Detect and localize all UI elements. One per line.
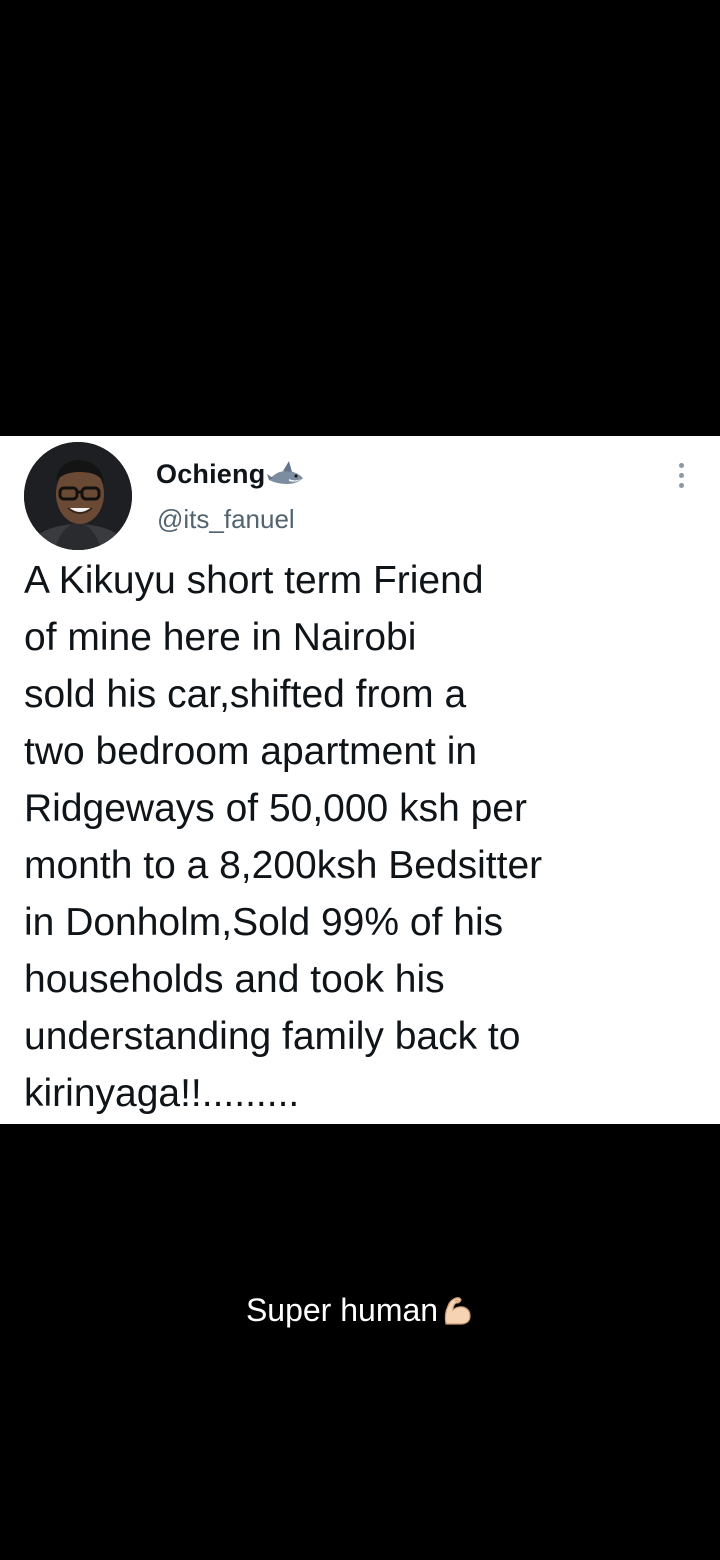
shark-icon	[267, 458, 305, 490]
more-dot	[678, 462, 684, 468]
more-dot	[678, 482, 684, 488]
tweet-text-line: month to a 8,200ksh Bedsitter	[24, 844, 543, 887]
tweet-text-line: of mine here in Nairobi	[24, 616, 417, 659]
status-caption: Super human	[0, 1292, 720, 1329]
author-name-row[interactable]: Ochieng	[156, 458, 305, 490]
tweet-text-line: two bedroom apartment in	[24, 730, 478, 773]
more-dot	[678, 472, 684, 478]
tweet-text-line: Ridgeways of 50,000 ksh per	[24, 787, 527, 830]
tweet-card[interactable]: Ochieng @its_fanuel A Kikuyu short term …	[0, 436, 720, 1124]
author-handle[interactable]: @its_fanuel	[157, 504, 295, 535]
tweet-text: A Kikuyu short term Friend of mine here …	[24, 552, 684, 1122]
caption-text: Super human	[245, 1292, 439, 1328]
tweet-text-line: A Kikuyu short term Friend	[24, 559, 484, 602]
more-options-icon[interactable]	[664, 458, 698, 492]
tweet-text-line: kirinyaga!!.........	[24, 1072, 300, 1115]
tweet-text-line: in Donholm,Sold 99% of his	[24, 901, 504, 944]
tweet-text-line: sold his car,shifted from a	[24, 673, 467, 716]
tweet-text-line: understanding family back to	[24, 1015, 521, 1058]
tweet-text-line: households and took his	[24, 958, 445, 1001]
display-name[interactable]: Ochieng	[156, 459, 265, 490]
flexed-biceps-icon	[440, 1294, 474, 1328]
avatar[interactable]	[24, 442, 132, 550]
